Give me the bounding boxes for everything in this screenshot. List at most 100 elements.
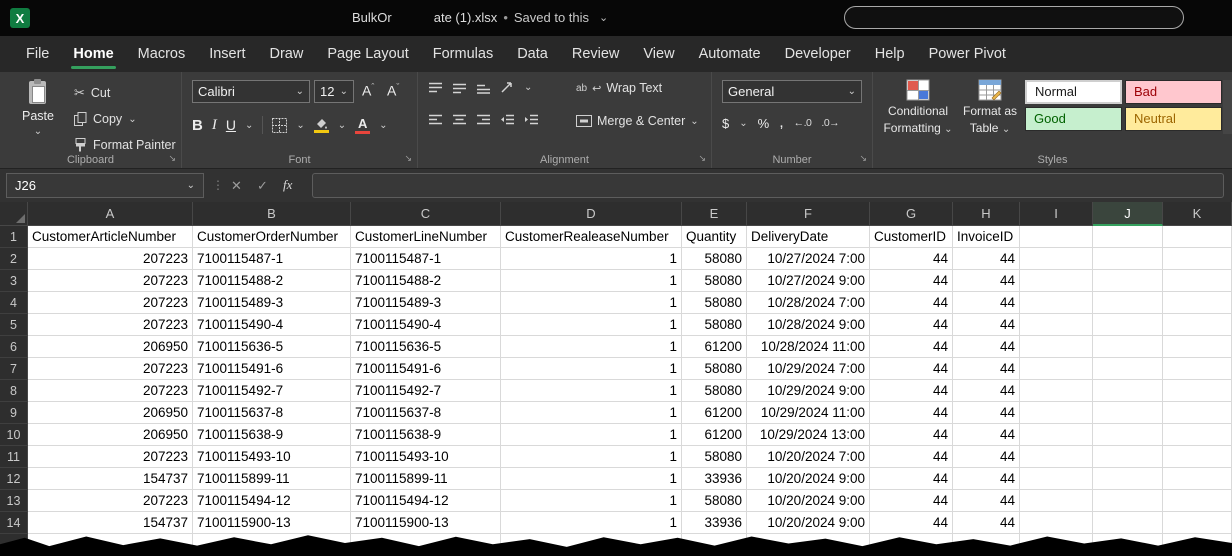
row-header-3[interactable]: 3	[0, 270, 28, 292]
cell[interactable]: 7100115638-9	[351, 424, 501, 446]
row-header-9[interactable]: 9	[0, 402, 28, 424]
cell[interactable]	[1163, 512, 1232, 534]
chevron-down-icon[interactable]: ⌄	[338, 120, 346, 131]
cell[interactable]: 207223	[28, 380, 193, 402]
merge-center-button[interactable]: Merge & Center ⌄	[576, 114, 699, 128]
cell[interactable]: 44	[953, 512, 1020, 534]
cell[interactable]	[1020, 336, 1093, 358]
chevron-down-icon[interactable]: ⌄	[187, 180, 195, 191]
cell[interactable]	[1163, 380, 1232, 402]
cell[interactable]: 10/29/2024 11:00	[747, 402, 870, 424]
cell[interactable]: CustomerArticleNumber	[28, 226, 193, 248]
cell[interactable]: CustomerOrderNumber	[193, 226, 351, 248]
cell[interactable]: 7100115490-4	[193, 314, 351, 336]
chevron-down-icon[interactable]: ⌄	[296, 120, 304, 131]
cell[interactable]: 58080	[682, 358, 747, 380]
row-header-14[interactable]: 14	[0, 512, 28, 534]
cell[interactable]	[1020, 358, 1093, 380]
column-header-j[interactable]: J	[1093, 202, 1163, 226]
cell[interactable]: 10/28/2024 11:00	[747, 336, 870, 358]
align-left-icon[interactable]	[428, 114, 443, 126]
cell[interactable]: 7100115492-7	[193, 380, 351, 402]
percent-style-button[interactable]: %	[758, 116, 770, 131]
insert-function-icon[interactable]: fx	[283, 177, 292, 193]
cell[interactable]: CustomerID	[870, 226, 953, 248]
row-header-6[interactable]: 6	[0, 336, 28, 358]
cell[interactable]	[1163, 490, 1232, 512]
cell[interactable]: 1	[501, 336, 682, 358]
cell[interactable]: 10/29/2024 7:00	[747, 358, 870, 380]
column-header-k[interactable]: K	[1163, 202, 1232, 226]
increase-indent-icon[interactable]	[524, 114, 539, 126]
cell[interactable]	[1020, 292, 1093, 314]
number-format-combobox[interactable]: General ⌄	[722, 80, 862, 103]
row-header-4[interactable]: 4	[0, 292, 28, 314]
cell[interactable]: 10/27/2024 9:00	[747, 270, 870, 292]
cell[interactable]: 7100115637-8	[351, 402, 501, 424]
align-right-icon[interactable]	[476, 114, 491, 126]
cell[interactable]	[1093, 446, 1163, 468]
cell[interactable]: 58080	[682, 292, 747, 314]
cell[interactable]: 1	[501, 490, 682, 512]
cell[interactable]	[1093, 358, 1163, 380]
cell[interactable]: 7100115490-4	[351, 314, 501, 336]
document-title[interactable]: BulkOr ate (1).xlsx • Saved to this ⌄	[352, 10, 608, 25]
cell[interactable]	[1093, 468, 1163, 490]
select-all-corner[interactable]	[0, 202, 28, 226]
increase-font-size-button[interactable]: Aˆ	[362, 82, 374, 99]
font-color-button[interactable]: A	[355, 117, 370, 134]
row-header-12[interactable]: 12	[0, 468, 28, 490]
tab-macros[interactable]: Macros	[126, 36, 198, 72]
paste-button[interactable]: Paste ⌄	[12, 78, 64, 150]
cell[interactable]: 10/29/2024 13:00	[747, 424, 870, 446]
style-bad[interactable]: Bad	[1125, 80, 1222, 104]
column-header-g[interactable]: G	[870, 202, 953, 226]
search-box[interactable]	[844, 6, 1184, 29]
decrease-indent-icon[interactable]	[500, 114, 515, 126]
style-good[interactable]: Good	[1025, 107, 1122, 131]
column-header-e[interactable]: E	[682, 202, 747, 226]
cell[interactable]: 7100115636-5	[351, 336, 501, 358]
cell[interactable]	[1163, 314, 1232, 336]
cell[interactable]: 58080	[682, 270, 747, 292]
cell[interactable]	[1163, 248, 1232, 270]
cell[interactable]: 44	[953, 446, 1020, 468]
tab-formulas[interactable]: Formulas	[421, 36, 505, 72]
column-header-a[interactable]: A	[28, 202, 193, 226]
cell[interactable]: 44	[953, 314, 1020, 336]
chevron-down-icon[interactable]: ⌄	[599, 11, 608, 24]
row-header-11[interactable]: 11	[0, 446, 28, 468]
cell[interactable]: 10/20/2024 9:00	[747, 490, 870, 512]
cell[interactable]: 207223	[28, 292, 193, 314]
cell[interactable]: 7100115487-1	[351, 248, 501, 270]
tab-draw[interactable]: Draw	[257, 36, 315, 72]
cell[interactable]: 44	[953, 336, 1020, 358]
cell[interactable]: 1	[501, 314, 682, 336]
cell[interactable]: 44	[953, 270, 1020, 292]
cell[interactable]: 61200	[682, 336, 747, 358]
decrease-font-size-button[interactable]: Aˇ	[387, 82, 399, 99]
cell[interactable]: 33936	[682, 468, 747, 490]
cell[interactable]	[1163, 446, 1232, 468]
cell[interactable]: 206950	[28, 402, 193, 424]
cell[interactable]: 44	[953, 402, 1020, 424]
cell[interactable]: 58080	[682, 248, 747, 270]
style-neutral[interactable]: Neutral	[1125, 107, 1222, 131]
tab-power-pivot[interactable]: Power Pivot	[917, 36, 1018, 72]
cell[interactable]: 1	[501, 424, 682, 446]
cell[interactable]	[1163, 402, 1232, 424]
row-header-1[interactable]: 1	[0, 226, 28, 248]
cell[interactable]: 206950	[28, 424, 193, 446]
cell[interactable]: 1	[501, 512, 682, 534]
cell[interactable]	[1093, 402, 1163, 424]
cell[interactable]	[1093, 248, 1163, 270]
cell[interactable]	[1163, 468, 1232, 490]
tab-file[interactable]: File	[14, 36, 61, 72]
tab-developer[interactable]: Developer	[773, 36, 863, 72]
cell[interactable]: 33936	[682, 512, 747, 534]
cell[interactable]: 44	[870, 490, 953, 512]
accounting-format-button[interactable]: $	[722, 116, 729, 131]
cell[interactable]: 207223	[28, 358, 193, 380]
cell[interactable]	[1163, 226, 1232, 248]
cell[interactable]: 10/20/2024 7:00	[747, 446, 870, 468]
